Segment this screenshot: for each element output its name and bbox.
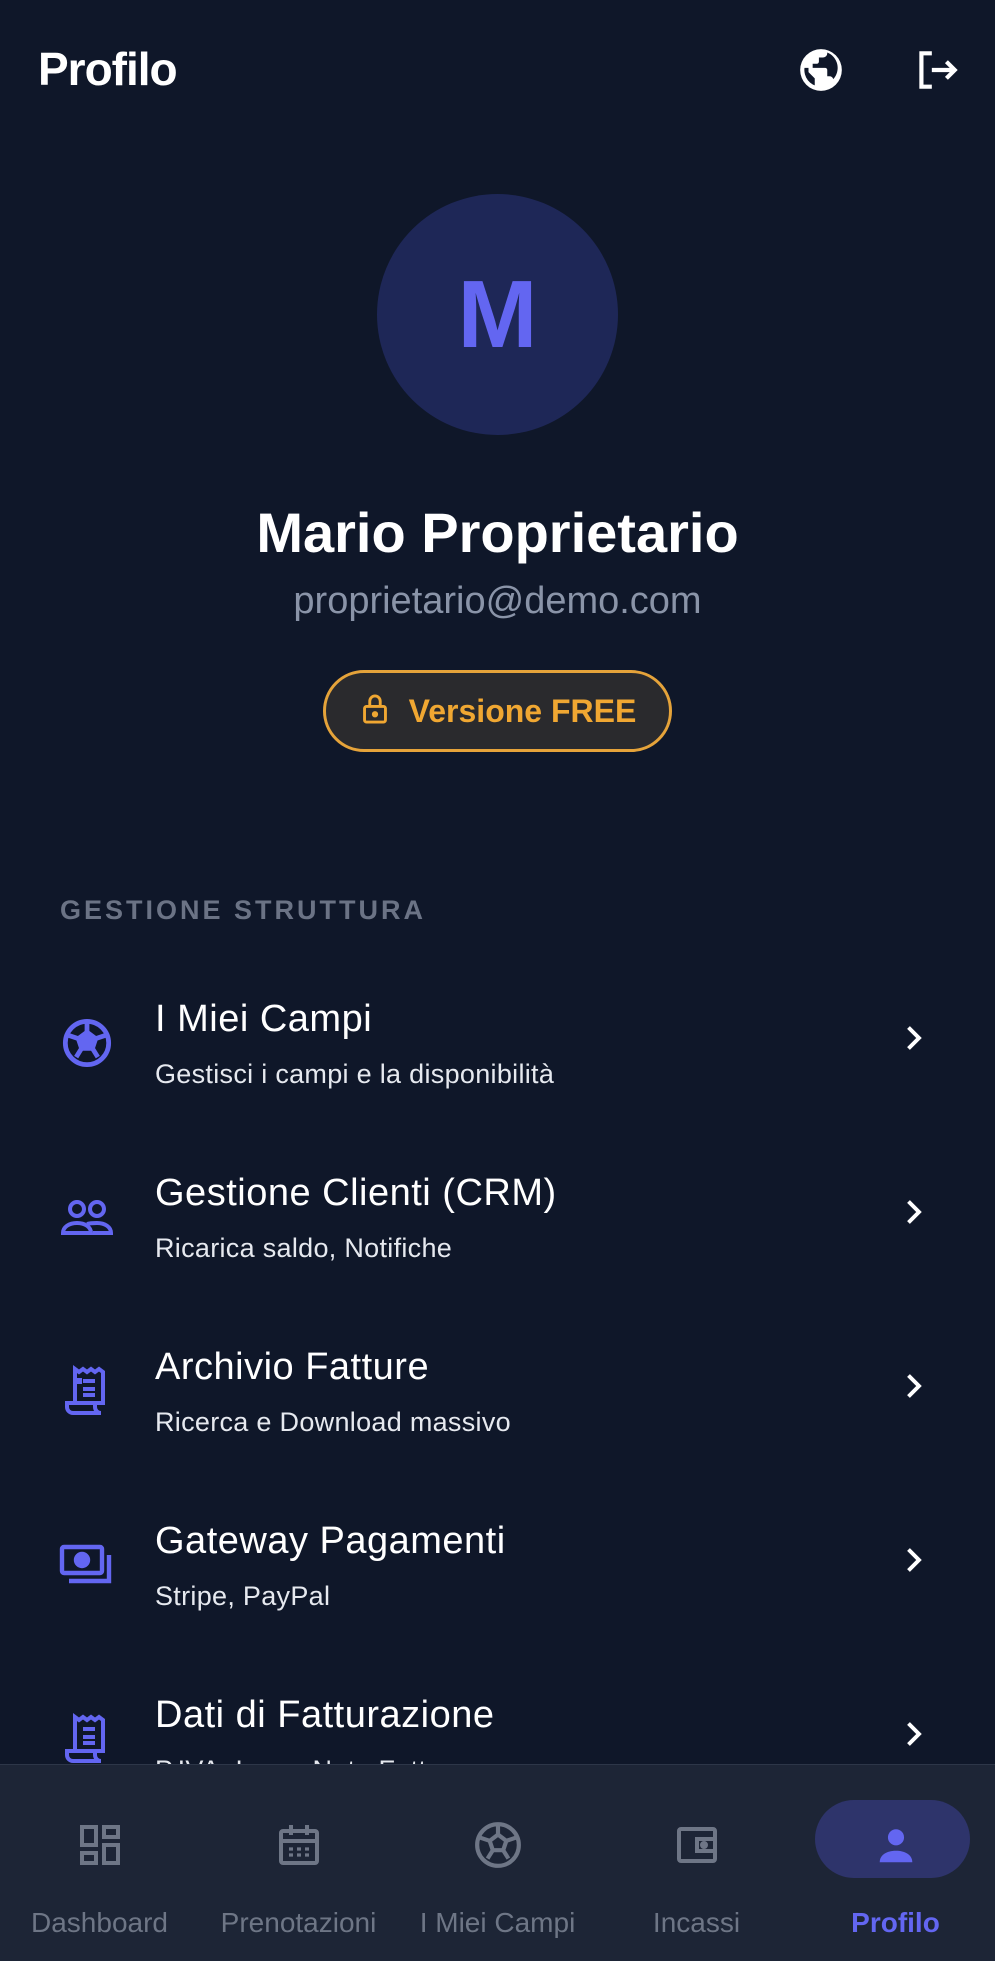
bottom-navigation: Dashboard Prenotazioni I Miei Campi Inca… (0, 1764, 995, 1961)
page-title: Profilo (38, 43, 178, 95)
chevron-right-icon (895, 1368, 931, 1404)
menu-item-campi[interactable]: I Miei Campi Gestisci i campi e la dispo… (0, 970, 995, 1144)
nav-item-profilo[interactable]: Profilo (796, 1765, 995, 1961)
soccer-ball-icon (468, 1815, 528, 1875)
user-name: Mario Proprietario (256, 501, 739, 564)
menu-item-clienti[interactable]: Gestione Clienti (CRM) Ricarica saldo, N… (0, 1144, 995, 1318)
menu-item-fatture[interactable]: Archivio Fatture Ricerca e Download mass… (0, 1318, 995, 1492)
nav-item-dashboard[interactable]: Dashboard (0, 1765, 199, 1961)
menu-item-title: I Miei Campi (155, 998, 373, 1040)
calendar-icon (269, 1815, 329, 1875)
logout-icon[interactable] (908, 42, 964, 98)
top-app-bar: Profilo (0, 0, 995, 140)
receipt-icon (58, 1710, 116, 1768)
menu-item-title: Gateway Pagamenti (155, 1520, 506, 1562)
nav-label: Prenotazioni (220, 1907, 377, 1938)
nav-item-incassi[interactable]: Incassi (597, 1765, 796, 1961)
dashboard-icon (70, 1815, 130, 1875)
chevron-right-icon (895, 1716, 931, 1752)
menu-item-title: Dati di Fatturazione (155, 1694, 495, 1736)
menu-list: I Miei Campi Gestisci i campi e la dispo… (0, 970, 995, 1840)
payments-icon (58, 1536, 116, 1594)
nav-label: Incassi (652, 1907, 741, 1938)
menu-item-title: Archivio Fatture (155, 1346, 430, 1388)
menu-item-subtitle: Ricarica saldo, Notifiche (155, 1233, 453, 1263)
menu-item-gateway[interactable]: Gateway Pagamenti Stripe, PayPal (0, 1492, 995, 1666)
nav-label: Dashboard (31, 1907, 168, 1938)
receipt-icon (58, 1362, 116, 1420)
menu-item-subtitle: Gestisci i campi e la disponibilità (155, 1059, 555, 1089)
chevron-right-icon (895, 1542, 931, 1578)
menu-item-subtitle: Stripe, PayPal (155, 1581, 331, 1611)
nav-item-prenotazioni[interactable]: Prenotazioni (199, 1765, 398, 1961)
soccer-ball-icon (58, 1014, 116, 1072)
lock-icon (359, 692, 391, 731)
people-icon (58, 1188, 116, 1246)
nav-item-campi[interactable]: I Miei Campi (398, 1765, 597, 1961)
menu-item-subtitle: Ricerca e Download massivo (155, 1407, 511, 1437)
wallet-icon (667, 1815, 727, 1875)
section-title: GESTIONE STRUTTURA (60, 895, 427, 925)
chevron-right-icon (895, 1194, 931, 1230)
nav-label: Profilo (851, 1907, 940, 1938)
avatar: M (377, 194, 618, 435)
nav-label: I Miei Campi (419, 1907, 576, 1938)
menu-item-title: Gestione Clienti (CRM) (155, 1172, 557, 1214)
globe-icon[interactable] (793, 42, 849, 98)
person-icon (866, 1815, 926, 1875)
user-email: proprietario@demo.com (293, 580, 702, 622)
plan-label: Versione FREE (408, 692, 637, 729)
avatar-initial: M (457, 260, 538, 368)
chevron-right-icon (895, 1020, 931, 1056)
plan-badge[interactable]: Versione FREE (323, 670, 672, 752)
